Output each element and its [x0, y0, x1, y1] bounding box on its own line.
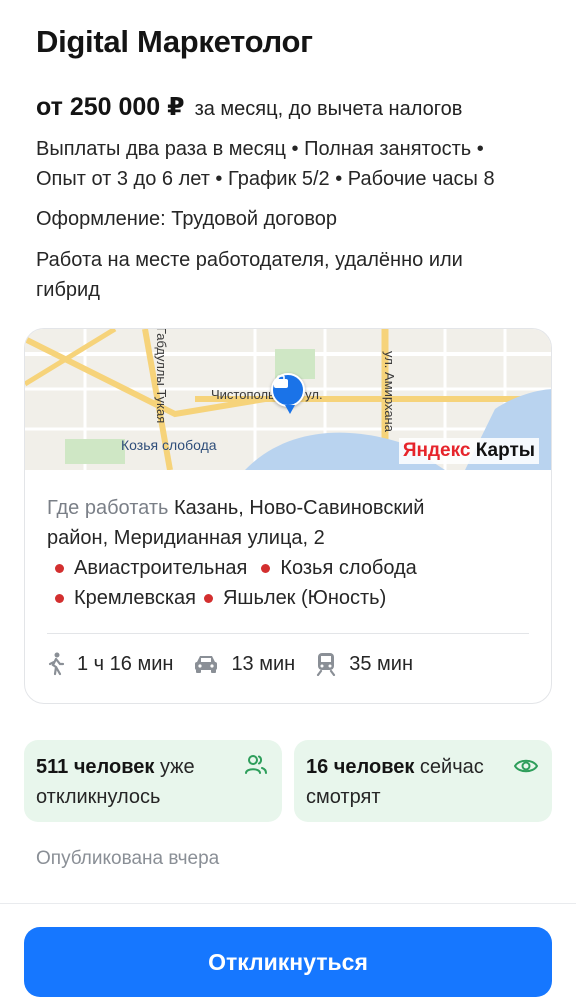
metro-line-dot	[55, 563, 64, 573]
car-time: 13 мин	[193, 653, 295, 676]
salary: от 250 000 ₽ за месяц, до вычета налогов	[36, 92, 462, 122]
transport-times: 1 ч 16 мин 13 мин 35 мин	[47, 652, 433, 676]
responded-text-line2: откликнулось	[36, 786, 161, 808]
bottom-divider	[0, 903, 576, 904]
map-pin	[271, 373, 305, 414]
walk-time-value: 1 ч 16 мин	[77, 652, 174, 675]
yandex-maps-logo: Яндекс Карты	[398, 438, 539, 464]
map-street-label: Габдуллы Тукая	[154, 329, 169, 424]
metro-station: Кремлевская	[74, 587, 196, 609]
metro-line-dot	[55, 593, 64, 603]
address-city: Казань, Ново-Савиновский	[168, 497, 425, 519]
map-preview[interactable]: Чистопольская ул. ул. Амирхана Габдуллы …	[25, 329, 551, 470]
metro-row: Авиастроительная Козья слобода	[47, 553, 537, 583]
salary-amount: от 250 000 ₽	[36, 93, 185, 121]
viewing-stat: 16 человек сейчас смотрят	[294, 740, 552, 822]
map-metro-label: Козья слобода	[121, 437, 217, 453]
car-time-value: 13 мин	[231, 652, 296, 675]
responded-count: 511 человек	[36, 756, 155, 778]
metro-line-dot	[261, 563, 271, 573]
metro-station: Авиастроительная	[74, 557, 248, 579]
walking-icon	[47, 652, 65, 676]
train-icon	[315, 652, 337, 676]
address-card: Чистопольская ул. ул. Амирхана Габдуллы …	[24, 328, 552, 704]
map-street-label: ул. Амирхана	[382, 351, 397, 432]
conditions-line: Выплаты два раза в месяц • Полная занято…	[36, 138, 484, 160]
employment-type: Оформление: Трудовой договор	[36, 208, 338, 230]
apply-button[interactable]: Откликнуться	[24, 927, 552, 997]
address-block: Где работать Казань, Ново-Савиновский ра…	[47, 493, 537, 613]
map-street-label: Чистопольская ул.	[211, 387, 323, 402]
work-format-line: гибрид	[36, 279, 100, 301]
public-transport-time: 35 мин	[315, 652, 413, 676]
public-transport-time-value: 35 мин	[349, 652, 413, 675]
metro-row: Кремлевская Яшьлек (Юность)	[47, 583, 537, 613]
viewing-count: 16 человек	[306, 756, 415, 778]
viewing-text-line2: смотрят	[306, 786, 381, 808]
responded-stat: 511 человек уже откликнулось	[24, 740, 282, 822]
metro-station: Козья слобода	[280, 557, 417, 579]
published-date: Опубликована вчера	[36, 848, 220, 869]
divider	[47, 633, 529, 634]
conditions-line: Опыт от 3 до 6 лет • График 5/2 • Рабочи…	[36, 168, 495, 190]
work-format-line: Работа на месте работодателя, удалённо и…	[36, 249, 463, 271]
metro-line-dot	[203, 593, 213, 603]
viewing-text: 16 человек сейчас	[306, 756, 484, 778]
vacancy-title: Digital Маркетолог	[36, 24, 313, 59]
salary-note: за месяц, до вычета налогов	[194, 98, 463, 120]
metro-station: Яшьлек (Юность)	[222, 587, 387, 609]
car-icon	[193, 653, 219, 675]
conditions: Выплаты два раза в месяц • Полная занято…	[36, 134, 556, 194]
walk-time: 1 ч 16 мин	[47, 652, 173, 676]
address-line: район, Меридианная улица, 2	[47, 527, 325, 549]
responded-text: 511 человек уже	[36, 756, 195, 778]
people-icon	[244, 754, 268, 785]
address-line: Где работать Казань, Ново-Савиновский	[47, 493, 537, 523]
address-label: Где работать	[47, 497, 169, 519]
work-format: Работа на месте работодателя, удалённо и…	[36, 245, 556, 305]
eye-icon	[513, 754, 539, 784]
